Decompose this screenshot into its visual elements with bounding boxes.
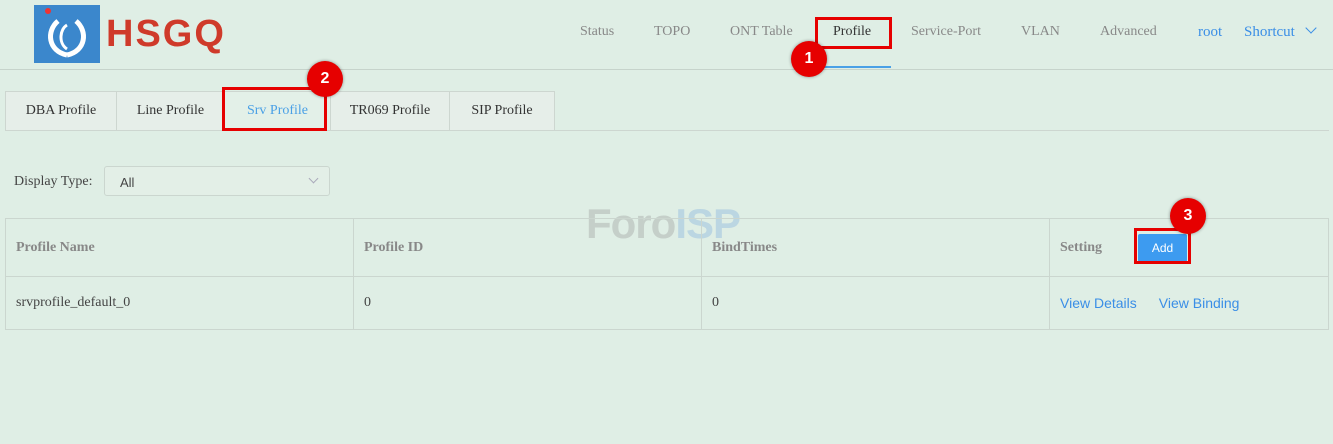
header-setting-label: Setting — [1060, 239, 1102, 255]
tab-dba-profile[interactable]: DBA Profile — [5, 91, 116, 131]
hsgq-logo-icon — [34, 5, 100, 63]
table-header-row: Profile Name Profile ID BindTimes Settin… — [6, 219, 1328, 277]
nav-active-indicator — [815, 66, 891, 68]
top-header: HSGQ Status TOPO ONT Table Profile Servi… — [0, 0, 1333, 70]
view-binding-link[interactable]: View Binding — [1159, 295, 1240, 311]
highlight-srv-profile-tab — [222, 87, 327, 131]
tab-sip-profile[interactable]: SIP Profile — [449, 91, 555, 131]
display-type-value: All — [120, 175, 135, 190]
tab-tr069-profile[interactable]: TR069 Profile — [330, 91, 449, 131]
nav-topo[interactable]: TOPO — [654, 24, 690, 40]
user-menu[interactable]: root — [1198, 24, 1222, 41]
srv-profile-table: Profile Name Profile ID BindTimes Settin… — [5, 218, 1329, 330]
nav-status[interactable]: Status — [580, 24, 614, 40]
brand-name: HSGQ — [106, 13, 226, 55]
tab-line-profile[interactable]: Line Profile — [116, 91, 224, 131]
brand-logo[interactable]: HSGQ — [34, 5, 226, 63]
shortcut-menu[interactable]: Shortcut — [1244, 22, 1317, 41]
display-type-select[interactable]: All — [104, 166, 330, 196]
header-bind-times: BindTimes — [702, 219, 1050, 276]
shortcut-label: Shortcut — [1244, 24, 1295, 40]
header-profile-name: Profile Name — [6, 219, 354, 276]
nav-service-port[interactable]: Service-Port — [911, 24, 981, 40]
nav-vlan[interactable]: VLAN — [1021, 24, 1060, 40]
annotation-badge-2: 2 — [307, 61, 343, 97]
tabs-divider — [5, 130, 1329, 131]
annotation-badge-1: 1 — [791, 41, 827, 77]
chevron-down-icon — [308, 173, 319, 184]
highlight-profile-nav — [815, 17, 892, 49]
header-profile-id: Profile ID — [354, 219, 702, 276]
view-details-link[interactable]: View Details — [1060, 295, 1137, 311]
chevron-down-icon — [1305, 22, 1317, 34]
cell-profile-name: srvprofile_default_0 — [6, 277, 354, 329]
nav-advanced[interactable]: Advanced — [1100, 24, 1157, 40]
cell-setting: View Details View Binding — [1050, 277, 1328, 329]
table-row: srvprofile_default_0 0 0 View Details Vi… — [6, 277, 1328, 329]
cell-profile-id: 0 — [354, 277, 702, 329]
cell-bind-times: 0 — [702, 277, 1050, 329]
annotation-badge-3: 3 — [1170, 198, 1206, 234]
nav-ont-table[interactable]: ONT Table — [730, 24, 793, 40]
display-type-label: Display Type: — [14, 174, 93, 189]
